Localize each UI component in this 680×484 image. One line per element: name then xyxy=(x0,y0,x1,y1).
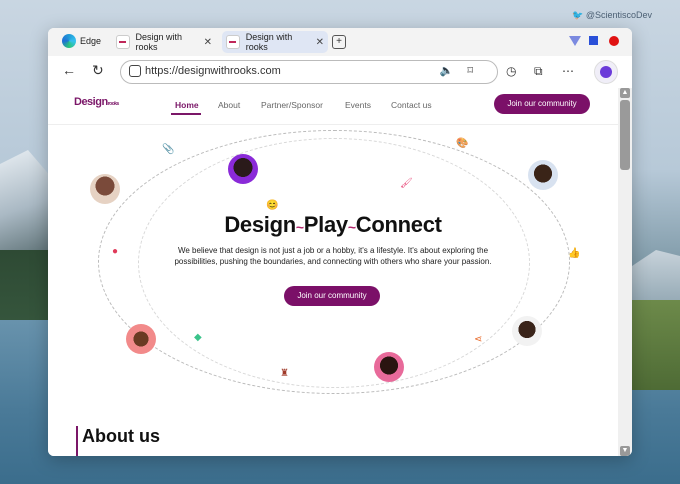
history-icon[interactable]: ◷ xyxy=(506,64,516,78)
browser-name: Edge xyxy=(80,36,102,46)
more-icon[interactable]: ⋯ xyxy=(562,64,574,78)
emoji-icon: 😊 xyxy=(266,200,279,211)
back-arrow-icon[interactable]: ← xyxy=(62,62,76,78)
avatar xyxy=(126,324,156,354)
nav-contact[interactable]: Contact us xyxy=(391,100,432,110)
scroll-thumb[interactable] xyxy=(620,100,630,170)
avatar xyxy=(374,352,404,382)
favicon-icon xyxy=(226,35,240,49)
lock-icon xyxy=(129,65,141,77)
about-heading: About us xyxy=(76,426,160,456)
avatar xyxy=(528,160,558,190)
nav-events[interactable]: Events xyxy=(345,100,371,110)
game-icon: ♜ xyxy=(280,368,289,379)
collections-icon[interactable]: ⧉ xyxy=(534,64,543,79)
paperclip-icon: 📎 xyxy=(162,144,175,155)
url-field[interactable]: https://designwithrooks.com 🔈⌑ xyxy=(120,60,498,84)
hero-description: We believe that design is not just a job… xyxy=(174,246,492,266)
extension-square-icon[interactable] xyxy=(589,36,598,45)
avatar xyxy=(228,154,258,184)
record-icon[interactable] xyxy=(609,36,619,46)
tab-design-with-rooks-1[interactable]: Design with rooks ✕ xyxy=(112,31,216,53)
page-scrollbar[interactable]: ▲ ▼ xyxy=(618,88,632,456)
refresh-icon[interactable]: ↻ xyxy=(92,62,104,79)
browser-window: Edge Design with rooks ✕ Design with roo… xyxy=(48,28,632,456)
edge-logo-icon xyxy=(62,34,76,48)
new-tab-button[interactable]: + xyxy=(332,35,346,49)
favicon-icon xyxy=(116,35,130,49)
tab-title: Design with rooks xyxy=(245,32,293,52)
extension-triangle-icon[interactable] xyxy=(569,36,581,46)
site-logo[interactable]: Designrooks xyxy=(74,96,119,108)
shapes-icon: ● xyxy=(112,246,119,257)
tab-title: Design with rooks xyxy=(135,32,183,52)
scroll-down-arrow-icon[interactable]: ▼ xyxy=(620,446,630,456)
cube-icon: ◆ xyxy=(194,332,202,343)
twitter-icon: 🐦 xyxy=(572,10,584,20)
credit-label: 🐦 @ScientiscoDev xyxy=(572,10,652,20)
nav-partner-sponsor[interactable]: Partner/Sponsor xyxy=(261,100,323,110)
url-text: https://designwithrooks.com xyxy=(145,65,281,77)
url-actions: 🔈⌑ xyxy=(440,64,487,77)
read-aloud-icon[interactable]: 🔈 xyxy=(440,65,468,77)
scroll-up-arrow-icon[interactable]: ▲ xyxy=(620,88,630,98)
web-page: Designrooks Home About Partner/Sponsor E… xyxy=(48,88,618,456)
join-community-button[interactable]: Join our community xyxy=(494,94,590,114)
tab-design-with-rooks-2[interactable]: Design with rooks ✕ xyxy=(222,31,328,53)
brush-icon: 🖌 xyxy=(400,178,413,189)
avatar xyxy=(90,174,120,204)
close-icon[interactable]: ✕ xyxy=(204,37,212,48)
nav-active-underline xyxy=(171,113,201,115)
profile-avatar[interactable] xyxy=(594,60,618,84)
avatar xyxy=(512,316,542,346)
address-bar-row: ← ↻ https://designwithrooks.com 🔈⌑ ◷ ⧉ ⋯ xyxy=(48,56,632,88)
wallpaper-grass xyxy=(625,300,680,390)
bookmark-icon[interactable]: ⌑ xyxy=(467,65,487,77)
nav-home[interactable]: Home xyxy=(175,100,199,110)
nav-about[interactable]: About xyxy=(218,100,240,110)
hero-title: Design~Play~Connect xyxy=(224,212,442,237)
close-icon[interactable]: ✕ xyxy=(316,37,324,48)
site-header: Designrooks Home About Partner/Sponsor E… xyxy=(48,88,618,125)
hero-join-community-button[interactable]: Join our community xyxy=(284,286,380,306)
tab-bar: Edge Design with rooks ✕ Design with roo… xyxy=(48,28,632,56)
palette-icon: 🎨 xyxy=(456,138,469,149)
thumbs-up-icon: 👍 xyxy=(568,248,581,259)
share-icon: ⋖ xyxy=(474,334,483,345)
